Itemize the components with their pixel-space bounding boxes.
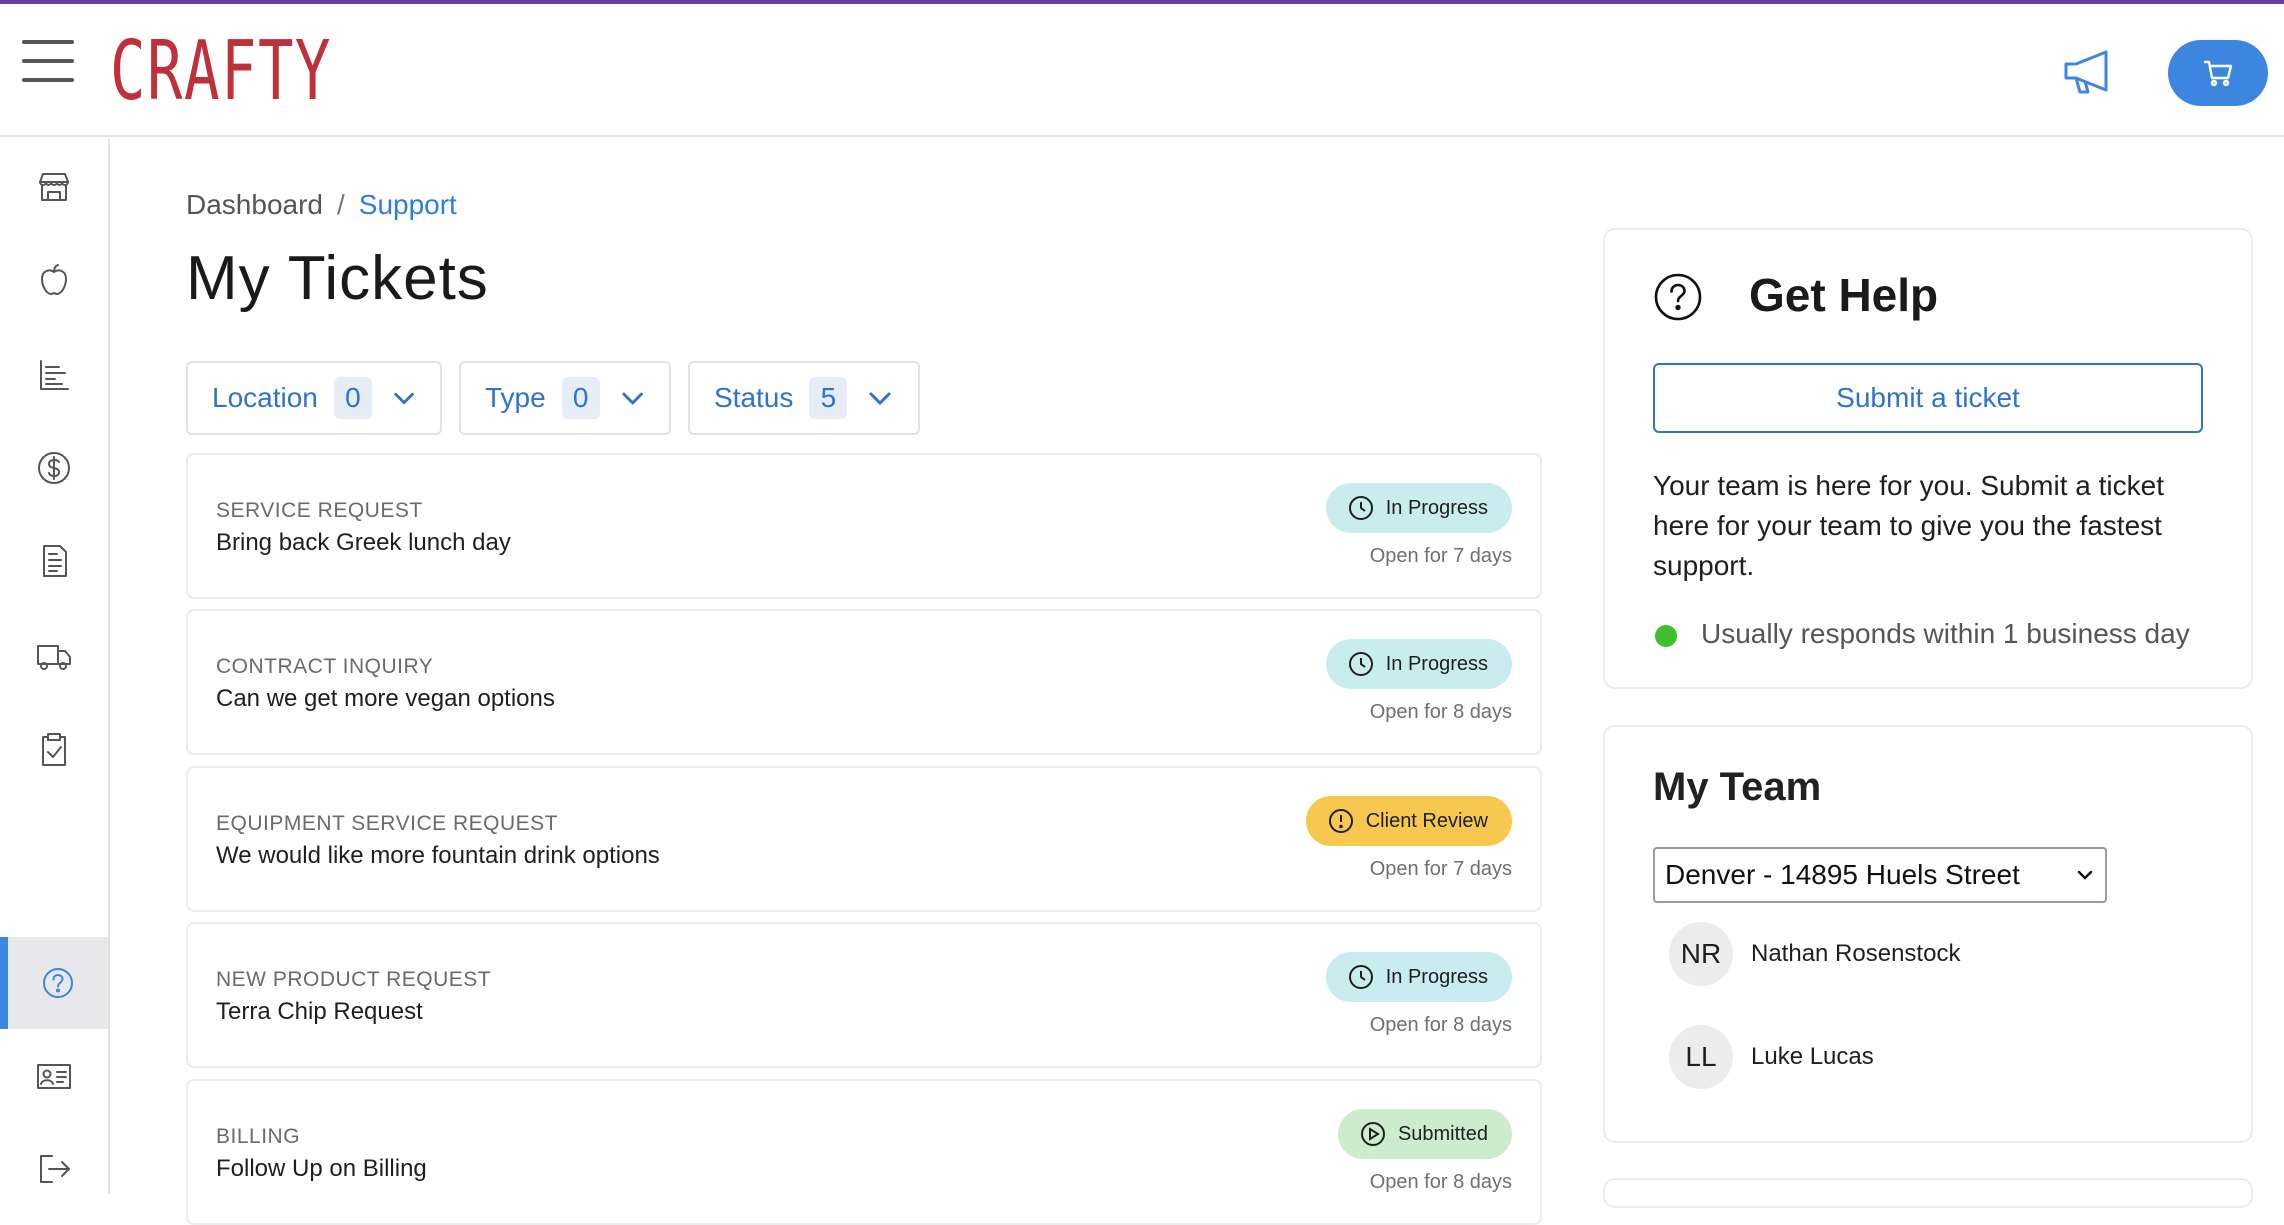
crafty-logo[interactable]: CRAFTY [110, 24, 332, 120]
apple-icon [41, 264, 67, 295]
dollar-icon [38, 452, 70, 484]
ticket-type: CONTRACT INQUIRY [216, 655, 434, 678]
ticket-type: NEW PRODUCT REQUEST [216, 968, 492, 991]
ticket-type: SERVICE REQUEST [216, 499, 423, 522]
ticket-title: Follow Up on Billing [216, 1155, 427, 1182]
ticket-title: Can we get more vegan options [216, 685, 555, 712]
type-filter-dropdown[interactable]: Type 0 [459, 361, 671, 435]
sidebar-item-profile[interactable] [0, 1030, 108, 1122]
sidebar-item-billing[interactable] [0, 422, 108, 514]
alert-circle-icon [1328, 809, 1353, 833]
clock-icon [1348, 965, 1373, 989]
sidebar-item-products[interactable] [0, 234, 108, 326]
invoice-icon [43, 545, 67, 577]
top-header: CRAFTY [0, 4, 2284, 137]
status-label: In Progress [1385, 496, 1488, 519]
filter-label: Location [212, 382, 318, 413]
additional-card [1603, 1178, 2253, 1208]
sidebar-item-reports[interactable] [0, 329, 108, 421]
breadcrumb-support-link[interactable]: Support [359, 189, 457, 220]
avatar: LL [1669, 1025, 1733, 1089]
online-status-dot [1655, 625, 1677, 647]
status-badge: Submitted [1337, 1109, 1512, 1159]
status-label: In Progress [1385, 965, 1488, 988]
status-badge: Client Review [1305, 796, 1512, 846]
status-badge: In Progress [1325, 952, 1512, 1002]
sidebar-item-logout[interactable] [0, 1123, 108, 1215]
clipboard-check-icon [42, 733, 66, 766]
status-badge: In Progress [1325, 483, 1512, 533]
ticket-age: Open for 8 days [1369, 1014, 1512, 1036]
status-label: Submitted [1397, 1122, 1488, 1145]
team-member-name: Nathan Rosenstock [1751, 940, 1961, 967]
status-badge: In Progress [1325, 639, 1512, 689]
clock-icon [1348, 652, 1373, 676]
filter-count-badge: 0 [333, 377, 372, 419]
breadcrumb: Dashboard / Support [186, 189, 457, 221]
breadcrumb-dashboard-link[interactable]: Dashboard [186, 189, 323, 220]
breadcrumb-separator: / [336, 189, 345, 220]
ticket-title: Bring back Greek lunch day [216, 529, 511, 556]
get-help-card: Get Help Submit a ticket Your team is he… [1603, 228, 2253, 689]
sidebar-item-deliveries[interactable] [0, 610, 108, 702]
announcements-icon[interactable] [2062, 48, 2114, 96]
ticket-title: We would like more fountain drink option… [216, 842, 660, 869]
sidebar-item-support[interactable] [0, 937, 108, 1029]
play-circle-icon [1360, 1122, 1385, 1146]
sidebar [0, 139, 110, 1194]
chevron-down-icon [394, 392, 414, 405]
menu-icon[interactable] [22, 40, 74, 86]
id-card-icon [37, 1064, 71, 1089]
ticket-age: Open for 8 days [1369, 701, 1512, 723]
chevron-down-icon [869, 392, 891, 406]
response-time-text: Usually responds within 1 business day [1701, 618, 2190, 649]
sidebar-item-tasks[interactable] [0, 704, 108, 796]
page-title: My Tickets [186, 244, 489, 313]
ticket-card[interactable]: BILLING Follow Up on Billing Submitted O… [186, 1079, 1542, 1225]
ticket-age: Open for 8 days [1369, 1171, 1512, 1193]
cart-icon [2203, 60, 2233, 87]
ticket-card[interactable]: SERVICE REQUEST Bring back Greek lunch d… [186, 453, 1542, 599]
location-select[interactable]: Denver - 14895 Huels Street [1653, 847, 2107, 903]
location-select-value: Denver - 14895 Huels Street [1665, 859, 2020, 890]
filter-label: Status [714, 382, 794, 413]
ticket-card[interactable]: EQUIPMENT SERVICE REQUEST We would like … [186, 766, 1542, 912]
status-label: In Progress [1385, 652, 1488, 675]
chevron-down-icon [2077, 870, 2093, 880]
team-member[interactable]: NR Nathan Rosenstock [1669, 921, 1960, 987]
sidebar-item-locations[interactable] [0, 141, 108, 233]
ticket-age: Open for 7 days [1369, 545, 1512, 567]
filter-count-badge: 5 [809, 377, 848, 419]
question-circle-icon [1654, 273, 1702, 321]
clock-icon [1348, 496, 1373, 520]
location-filter-dropdown[interactable]: Location 0 [186, 361, 442, 435]
avatar: NR [1669, 922, 1733, 986]
cart-button[interactable] [2168, 40, 2268, 106]
my-team-card: My Team Denver - 14895 Huels Street NR N… [1603, 725, 2253, 1143]
submit-ticket-button[interactable]: Submit a ticket [1653, 363, 2203, 433]
filter-count-badge: 0 [561, 377, 600, 419]
sidebar-item-invoices[interactable] [0, 515, 108, 607]
storefront-icon [39, 173, 69, 201]
team-member-name: Luke Lucas [1751, 1043, 1874, 1070]
help-icon [43, 968, 73, 998]
my-team-title: My Team [1653, 765, 1822, 809]
filter-label: Type [485, 382, 546, 413]
ticket-card[interactable]: NEW PRODUCT REQUEST Terra Chip Request I… [186, 922, 1542, 1068]
ticket-age: Open for 7 days [1369, 858, 1512, 880]
ticket-type: BILLING [216, 1125, 301, 1148]
team-member[interactable]: LL Luke Lucas [1669, 1024, 1874, 1090]
ticket-type: EQUIPMENT SERVICE REQUEST [216, 812, 558, 835]
ticket-card[interactable]: CONTRACT INQUIRY Can we get more vegan o… [186, 609, 1542, 755]
ticket-title: Terra Chip Request [216, 998, 423, 1025]
chevron-down-icon [622, 392, 643, 405]
status-label: Client Review [1365, 809, 1488, 832]
truck-icon [37, 645, 71, 670]
help-description: Your team is here for you. Submit a tick… [1653, 470, 2164, 581]
get-help-title: Get Help [1749, 269, 1939, 321]
bar-chart-icon [40, 360, 69, 390]
status-filter-dropdown[interactable]: Status 5 [688, 361, 920, 435]
logout-icon [40, 1155, 70, 1183]
